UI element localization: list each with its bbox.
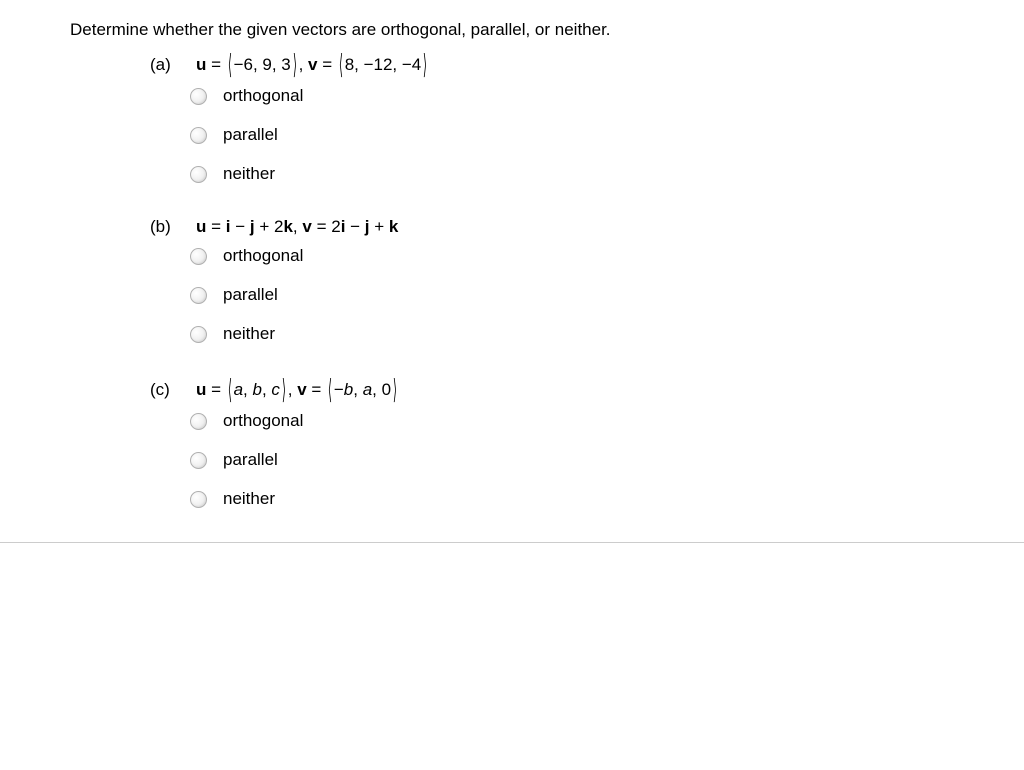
question-a: (a) u = ⟨−6, 9, 3⟩, v = ⟨8, −12, −4⟩ ort… — [150, 52, 954, 187]
plus: + — [370, 217, 389, 236]
q-a-equation: u = ⟨−6, 9, 3⟩, v = ⟨8, −12, −4⟩ — [196, 52, 429, 77]
unit-k: k — [389, 217, 398, 236]
radio-icon[interactable] — [190, 287, 207, 304]
comma: , — [243, 380, 252, 399]
radio-icon[interactable] — [190, 413, 207, 430]
eq2: = 2 — [312, 217, 341, 236]
minus: − — [231, 217, 250, 236]
bracket-close: ⟩ — [282, 373, 286, 407]
option-label: neither — [223, 324, 275, 344]
question-a-line: (a) u = ⟨−6, 9, 3⟩, v = ⟨8, −12, −4⟩ — [150, 52, 954, 77]
plus2: + 2 — [255, 217, 284, 236]
option-label: neither — [223, 489, 275, 509]
radio-icon[interactable] — [190, 248, 207, 265]
vector-v: v — [297, 380, 306, 399]
var-a: a — [363, 380, 372, 399]
var-c: c — [271, 380, 280, 399]
option-label: orthogonal — [223, 86, 303, 106]
option-c-neither[interactable]: neither — [190, 486, 954, 512]
bracket-open: ⟨ — [228, 48, 232, 82]
option-a-parallel[interactable]: parallel — [190, 122, 954, 148]
radio-icon[interactable] — [190, 452, 207, 469]
minus: − — [345, 217, 364, 236]
divider — [0, 542, 1024, 543]
var-a: a — [234, 380, 243, 399]
eq-sign: = — [307, 380, 326, 399]
vector-u: u — [196, 380, 206, 399]
neg: − — [334, 380, 344, 399]
question-c: (c) u = ⟨a, b, c⟩, v = ⟨−b, a, 0⟩ orthog… — [150, 377, 954, 512]
sep: , — [299, 55, 308, 74]
comma: , — [353, 380, 362, 399]
unit-k: k — [283, 217, 292, 236]
bracket-open: ⟨ — [339, 48, 343, 82]
comma: , — [262, 380, 271, 399]
options-c: orthogonal parallel neither — [190, 408, 954, 512]
option-b-neither[interactable]: neither — [190, 321, 954, 347]
vector-u: u — [196, 217, 206, 236]
question-b-line: (b) u = i − j + 2k, v = 2i − j + k — [150, 217, 954, 237]
eq-sign: = — [206, 217, 225, 236]
q-b-equation: u = i − j + 2k, v = 2i − j + k — [196, 217, 398, 237]
question-c-line: (c) u = ⟨a, b, c⟩, v = ⟨−b, a, 0⟩ — [150, 377, 954, 402]
v-vals: 8, −12, −4 — [345, 55, 422, 74]
options-b: orthogonal parallel neither — [190, 243, 954, 347]
q-c-label: (c) — [150, 380, 196, 400]
eq-sign: = — [206, 55, 225, 74]
bracket-open: ⟨ — [228, 373, 232, 407]
bracket-close: ⟩ — [423, 48, 427, 82]
eq-sign: = — [206, 380, 225, 399]
bracket-close: ⟩ — [293, 48, 297, 82]
option-label: neither — [223, 164, 275, 184]
vector-u: u — [196, 55, 206, 74]
var-b: b — [344, 380, 353, 399]
question-prompt: Determine whether the given vectors are … — [70, 20, 954, 40]
option-c-parallel[interactable]: parallel — [190, 447, 954, 473]
question-b: (b) u = i − j + 2k, v = 2i − j + k ortho… — [150, 217, 954, 347]
bracket-close: ⟩ — [393, 373, 397, 407]
q-b-label: (b) — [150, 217, 196, 237]
q-a-label: (a) — [150, 55, 196, 75]
sep: , — [293, 217, 302, 236]
radio-icon[interactable] — [190, 88, 207, 105]
radio-icon[interactable] — [190, 166, 207, 183]
radio-icon[interactable] — [190, 326, 207, 343]
option-a-neither[interactable]: neither — [190, 161, 954, 187]
q-c-equation: u = ⟨a, b, c⟩, v = ⟨−b, a, 0⟩ — [196, 377, 399, 402]
options-a: orthogonal parallel neither — [190, 83, 954, 187]
vector-v: v — [302, 217, 311, 236]
option-a-orthogonal[interactable]: orthogonal — [190, 83, 954, 109]
var-b: b — [253, 380, 262, 399]
sep: , — [288, 380, 297, 399]
eq-sign: = — [318, 55, 337, 74]
option-label: orthogonal — [223, 246, 303, 266]
comma0: , 0 — [372, 380, 391, 399]
option-b-parallel[interactable]: parallel — [190, 282, 954, 308]
option-b-orthogonal[interactable]: orthogonal — [190, 243, 954, 269]
option-label: parallel — [223, 125, 278, 145]
option-label: parallel — [223, 450, 278, 470]
bracket-open: ⟨ — [328, 373, 332, 407]
option-c-orthogonal[interactable]: orthogonal — [190, 408, 954, 434]
vector-v: v — [308, 55, 317, 74]
radio-icon[interactable] — [190, 491, 207, 508]
u-vals: −6, 9, 3 — [234, 55, 291, 74]
option-label: parallel — [223, 285, 278, 305]
option-label: orthogonal — [223, 411, 303, 431]
radio-icon[interactable] — [190, 127, 207, 144]
